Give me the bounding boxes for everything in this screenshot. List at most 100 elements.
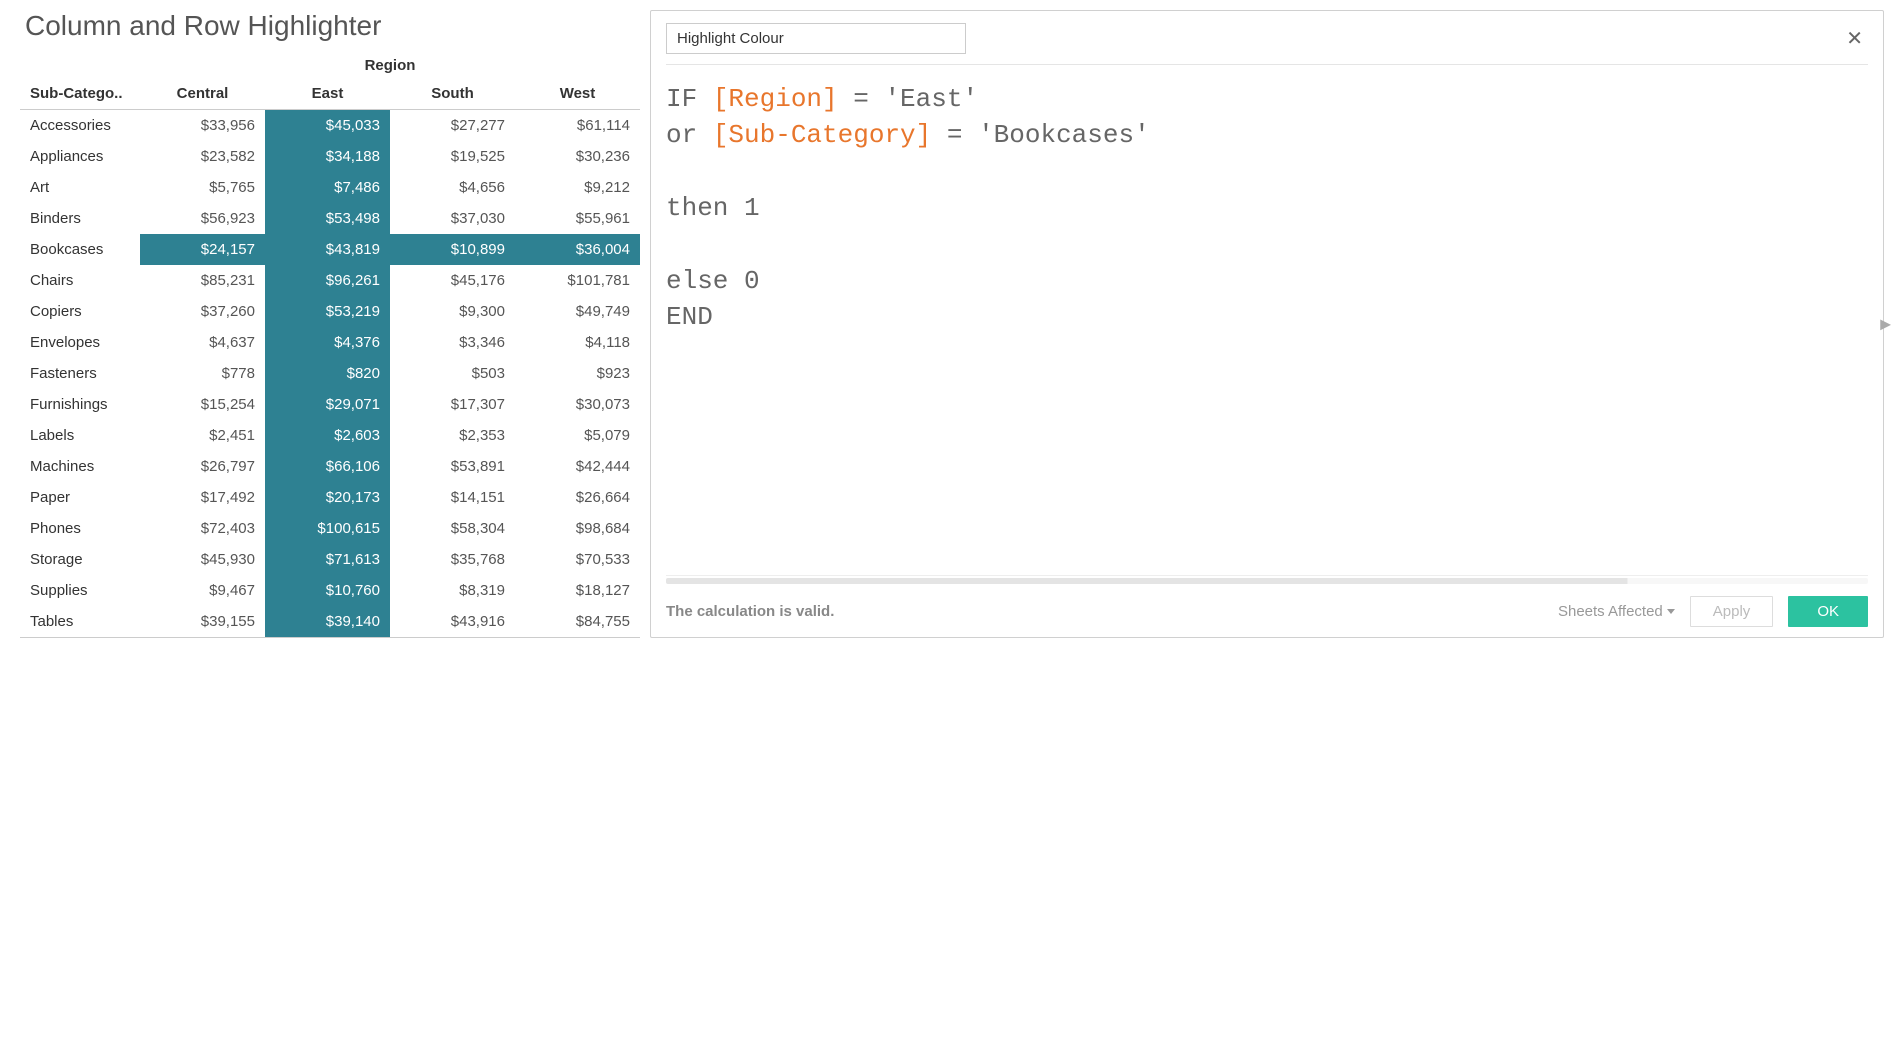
data-cell[interactable]: $98,684	[515, 513, 640, 544]
data-cell[interactable]: $4,376	[265, 327, 390, 358]
data-cell[interactable]: $23,582	[140, 141, 265, 172]
row-header[interactable]: Paper	[20, 482, 140, 513]
data-cell[interactable]: $66,106	[265, 451, 390, 482]
column-header[interactable]: South	[390, 78, 515, 110]
data-cell[interactable]: $2,451	[140, 420, 265, 451]
data-cell[interactable]: $3,346	[390, 327, 515, 358]
data-cell[interactable]: $26,797	[140, 451, 265, 482]
table-row: Art$5,765$7,486$4,656$9,212	[20, 172, 640, 203]
data-cell[interactable]: $39,155	[140, 606, 265, 638]
data-cell[interactable]: $70,533	[515, 544, 640, 575]
row-header[interactable]: Binders	[20, 203, 140, 234]
table-row: Accessories$33,956$45,033$27,277$61,114	[20, 110, 640, 142]
data-cell[interactable]: $61,114	[515, 110, 640, 142]
data-cell[interactable]: $58,304	[390, 513, 515, 544]
data-cell[interactable]: $37,030	[390, 203, 515, 234]
data-cell[interactable]: $4,637	[140, 327, 265, 358]
data-cell[interactable]: $39,140	[265, 606, 390, 638]
data-cell[interactable]: $49,749	[515, 296, 640, 327]
horizontal-scrollbar[interactable]	[666, 578, 1868, 584]
data-cell[interactable]: $43,916	[390, 606, 515, 638]
data-cell[interactable]: $27,277	[390, 110, 515, 142]
data-cell[interactable]: $8,319	[390, 575, 515, 606]
data-cell[interactable]: $17,492	[140, 482, 265, 513]
data-cell[interactable]: $9,467	[140, 575, 265, 606]
data-cell[interactable]: $24,157	[140, 234, 265, 265]
data-cell[interactable]: $778	[140, 358, 265, 389]
sheets-affected-dropdown[interactable]: Sheets Affected	[1558, 603, 1675, 620]
data-cell[interactable]: $45,176	[390, 265, 515, 296]
data-cell[interactable]: $503	[390, 358, 515, 389]
data-cell[interactable]: $4,118	[515, 327, 640, 358]
data-cell[interactable]: $10,899	[390, 234, 515, 265]
row-header[interactable]: Art	[20, 172, 140, 203]
row-header[interactable]: Copiers	[20, 296, 140, 327]
data-cell[interactable]: $72,403	[140, 513, 265, 544]
data-cell[interactable]: $53,219	[265, 296, 390, 327]
data-cell[interactable]: $820	[265, 358, 390, 389]
close-icon[interactable]: ✕	[1841, 26, 1868, 51]
data-cell[interactable]: $9,300	[390, 296, 515, 327]
row-header[interactable]: Envelopes	[20, 327, 140, 358]
data-cell[interactable]: $5,765	[140, 172, 265, 203]
data-cell[interactable]: $5,079	[515, 420, 640, 451]
data-cell[interactable]: $85,231	[140, 265, 265, 296]
row-header[interactable]: Chairs	[20, 265, 140, 296]
data-cell[interactable]: $17,307	[390, 389, 515, 420]
data-cell[interactable]: $15,254	[140, 389, 265, 420]
data-cell[interactable]: $2,603	[265, 420, 390, 451]
expand-arrow-icon[interactable]: ▶	[1880, 316, 1891, 333]
data-cell[interactable]: $19,525	[390, 141, 515, 172]
row-header[interactable]: Fasteners	[20, 358, 140, 389]
ok-button[interactable]: OK	[1788, 596, 1868, 627]
row-header[interactable]: Bookcases	[20, 234, 140, 265]
column-header[interactable]: East	[265, 78, 390, 110]
data-cell[interactable]: $96,261	[265, 265, 390, 296]
data-cell[interactable]: $10,760	[265, 575, 390, 606]
row-header[interactable]: Machines	[20, 451, 140, 482]
data-cell[interactable]: $42,444	[515, 451, 640, 482]
data-cell[interactable]: $35,768	[390, 544, 515, 575]
data-cell[interactable]: $36,004	[515, 234, 640, 265]
calc-name-input[interactable]	[666, 23, 966, 54]
row-header[interactable]: Tables	[20, 606, 140, 638]
row-header[interactable]: Supplies	[20, 575, 140, 606]
row-header[interactable]: Accessories	[20, 110, 140, 142]
data-cell[interactable]: $100,615	[265, 513, 390, 544]
apply-button[interactable]: Apply	[1690, 596, 1774, 627]
data-cell[interactable]: $71,613	[265, 544, 390, 575]
data-cell[interactable]: $4,656	[390, 172, 515, 203]
data-cell[interactable]: $45,033	[265, 110, 390, 142]
data-cell[interactable]: $43,819	[265, 234, 390, 265]
data-cell[interactable]: $33,956	[140, 110, 265, 142]
data-cell[interactable]: $923	[515, 358, 640, 389]
data-cell[interactable]: $55,961	[515, 203, 640, 234]
column-header[interactable]: Central	[140, 78, 265, 110]
data-cell[interactable]: $56,923	[140, 203, 265, 234]
row-header[interactable]: Storage	[20, 544, 140, 575]
data-cell[interactable]: $34,188	[265, 141, 390, 172]
table-row: Supplies$9,467$10,760$8,319$18,127	[20, 575, 640, 606]
data-cell[interactable]: $30,073	[515, 389, 640, 420]
data-cell[interactable]: $37,260	[140, 296, 265, 327]
data-cell[interactable]: $20,173	[265, 482, 390, 513]
data-cell[interactable]: $7,486	[265, 172, 390, 203]
data-cell[interactable]: $14,151	[390, 482, 515, 513]
data-cell[interactable]: $101,781	[515, 265, 640, 296]
data-cell[interactable]: $29,071	[265, 389, 390, 420]
row-header[interactable]: Labels	[20, 420, 140, 451]
data-cell[interactable]: $45,930	[140, 544, 265, 575]
row-header[interactable]: Appliances	[20, 141, 140, 172]
data-cell[interactable]: $26,664	[515, 482, 640, 513]
column-header[interactable]: West	[515, 78, 640, 110]
data-cell[interactable]: $30,236	[515, 141, 640, 172]
data-cell[interactable]: $9,212	[515, 172, 640, 203]
data-cell[interactable]: $84,755	[515, 606, 640, 638]
formula-textarea[interactable]: IF [Region] = 'East'or [Sub-Category] = …	[666, 75, 1868, 569]
data-cell[interactable]: $53,891	[390, 451, 515, 482]
row-header[interactable]: Phones	[20, 513, 140, 544]
data-cell[interactable]: $18,127	[515, 575, 640, 606]
row-header[interactable]: Furnishings	[20, 389, 140, 420]
data-cell[interactable]: $53,498	[265, 203, 390, 234]
data-cell[interactable]: $2,353	[390, 420, 515, 451]
